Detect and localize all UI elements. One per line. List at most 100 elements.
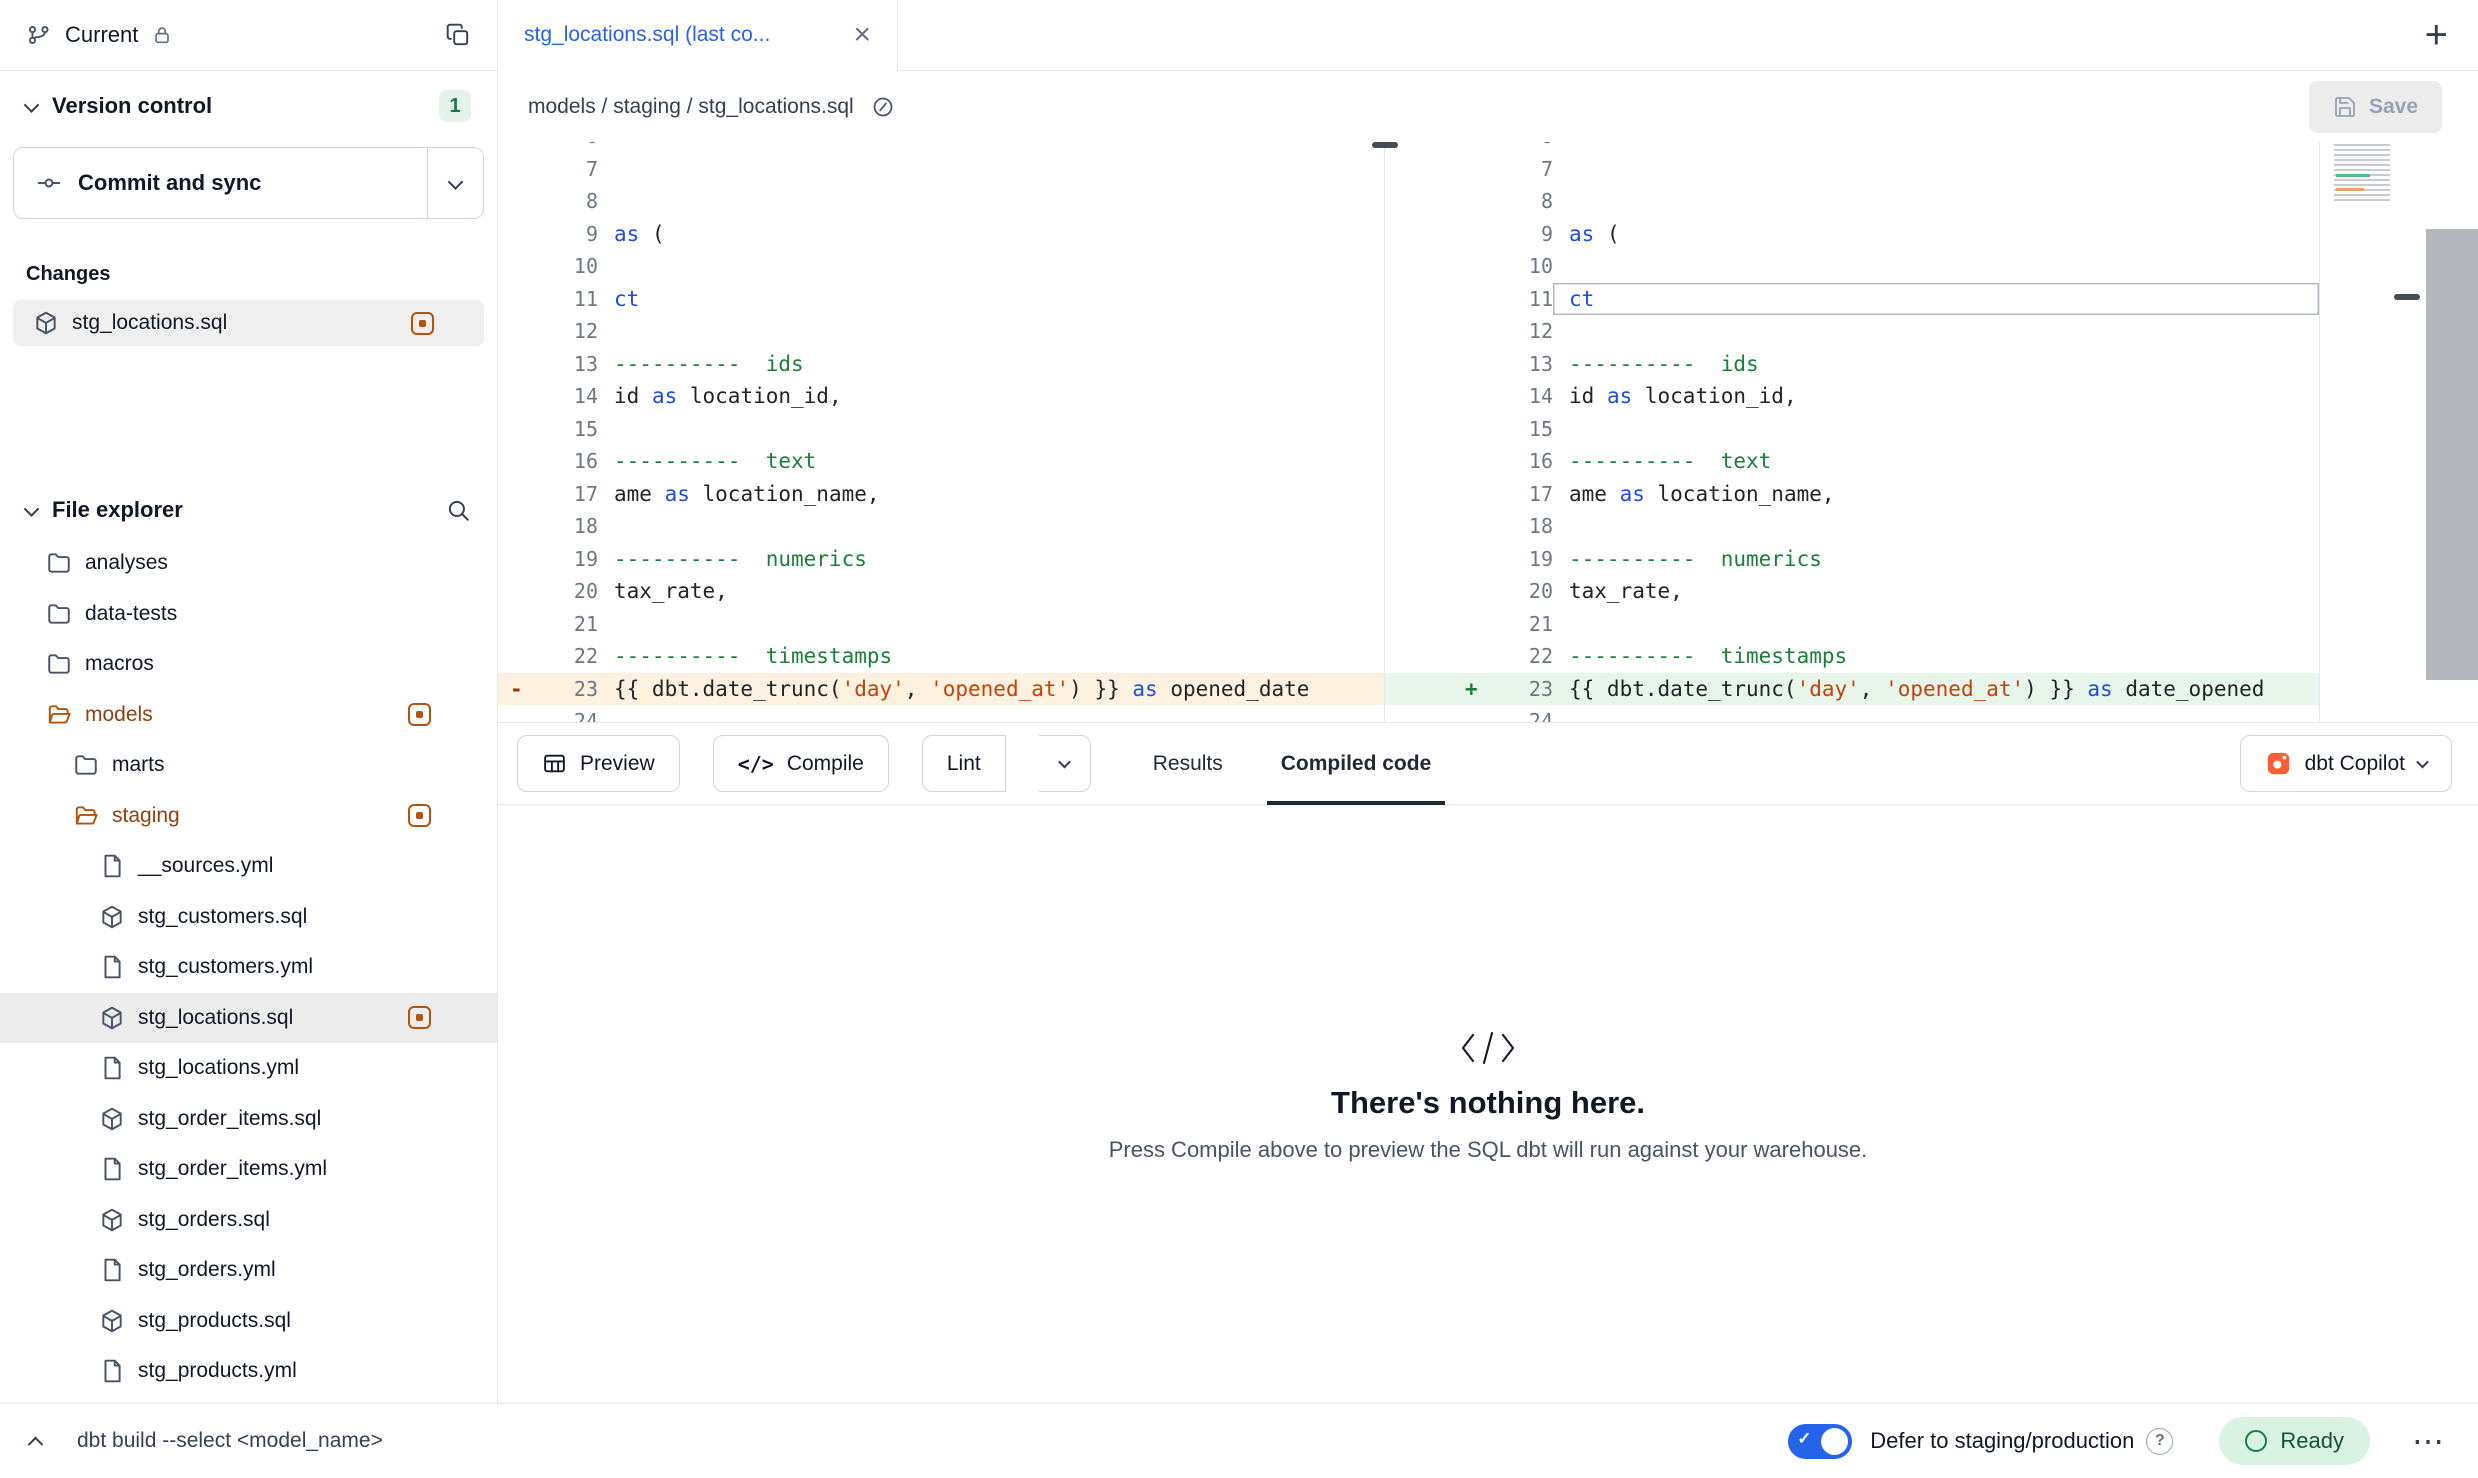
code-text[interactable]: ---------- text xyxy=(1553,445,2319,478)
more-options-button[interactable]: ⋯ xyxy=(2412,1435,2448,1448)
line-number[interactable]: 21 xyxy=(542,608,598,641)
line-number[interactable]: 14 xyxy=(542,380,598,413)
file-tree-item-macros[interactable]: macros xyxy=(0,639,497,690)
diff-pane-original[interactable]: 6789as (1011ct1213---------- ids14id as … xyxy=(498,142,1385,722)
line-number[interactable]: 20 xyxy=(542,575,598,608)
code-text[interactable] xyxy=(1553,250,2319,283)
tab-stg-locations[interactable]: stg_locations.sql (last co... × xyxy=(498,0,898,70)
search-icon[interactable] xyxy=(445,497,471,523)
line-number[interactable]: 17 xyxy=(1497,478,1553,511)
preview-button[interactable]: Preview xyxy=(517,735,680,792)
file-tree-item-stg_order_items.yml[interactable]: stg_order_items.yml xyxy=(0,1144,497,1195)
code-text[interactable]: ---------- timestamps xyxy=(598,640,1384,673)
line-number[interactable]: 18 xyxy=(542,510,598,543)
code-text[interactable] xyxy=(598,250,1384,283)
help-icon[interactable]: ? xyxy=(2146,1428,2173,1455)
scrollbar-thumb[interactable] xyxy=(1372,142,1398,148)
line-number[interactable]: 8 xyxy=(1497,185,1553,218)
code-text[interactable] xyxy=(1553,185,2319,218)
line-number[interactable]: 10 xyxy=(1497,250,1553,283)
code-text[interactable]: ame as location_name, xyxy=(1553,478,2319,511)
file-tree-item-stg_locations.sql[interactable]: stg_locations.sql xyxy=(0,993,497,1044)
code-text[interactable] xyxy=(598,413,1384,446)
line-number[interactable]: 12 xyxy=(542,315,598,348)
line-number[interactable]: 7 xyxy=(542,153,598,186)
code-text[interactable] xyxy=(598,608,1384,641)
line-number[interactable]: 6 xyxy=(542,142,598,153)
line-number[interactable]: 9 xyxy=(542,218,598,251)
code-text[interactable] xyxy=(598,510,1384,543)
vertical-scrollbar[interactable] xyxy=(2426,229,2478,680)
commit-options-button[interactable] xyxy=(427,148,483,218)
tab-compiled-code[interactable]: Compiled code xyxy=(1267,723,1446,804)
code-text[interactable]: id as location_id, xyxy=(1553,380,2319,413)
code-text[interactable]: ct xyxy=(598,283,1384,316)
line-number[interactable]: 24 xyxy=(1497,705,1553,722)
lint-button[interactable]: Lint xyxy=(922,735,1006,792)
commit-and-sync-button[interactable]: Commit and sync xyxy=(14,148,427,218)
code-text[interactable]: ame as location_name, xyxy=(598,478,1384,511)
line-number[interactable]: 16 xyxy=(1497,445,1553,478)
code-text[interactable]: ct xyxy=(1553,283,2319,316)
version-control-header[interactable]: Version control 1 xyxy=(0,71,497,141)
line-number[interactable]: 7 xyxy=(1497,153,1553,186)
code-text[interactable]: ---------- ids xyxy=(598,348,1384,381)
line-number[interactable]: 22 xyxy=(1497,640,1553,673)
file-tree-item-stg_order_items.sql[interactable]: stg_order_items.sql xyxy=(0,1094,497,1145)
code-text[interactable] xyxy=(1553,705,2319,722)
save-button[interactable]: Save xyxy=(2309,81,2442,133)
scrollbar-thumb[interactable] xyxy=(2394,294,2420,300)
file-tree-item-data-tests[interactable]: data-tests xyxy=(0,589,497,640)
file-tree-item-marts[interactable]: marts xyxy=(0,740,497,791)
diff-pane-modified[interactable]: 6789as (1011ct1213---------- ids14id as … xyxy=(1385,142,2320,722)
file-explorer-header[interactable]: File explorer xyxy=(0,482,497,538)
code-text[interactable]: id as location_id, xyxy=(598,380,1384,413)
line-number[interactable]: 9 xyxy=(1497,218,1553,251)
line-number[interactable]: 22 xyxy=(542,640,598,673)
tab-results[interactable]: Results xyxy=(1139,723,1237,804)
line-number[interactable]: 15 xyxy=(542,413,598,446)
code-text[interactable] xyxy=(598,142,1384,153)
file-tree-item-staging[interactable]: staging xyxy=(0,791,497,842)
code-text[interactable]: tax_rate, xyxy=(1553,575,2319,608)
file-tree-item-stg_locations.yml[interactable]: stg_locations.yml xyxy=(0,1043,497,1094)
line-number[interactable]: 20 xyxy=(1497,575,1553,608)
code-text[interactable] xyxy=(598,705,1384,722)
line-number[interactable]: 11 xyxy=(542,283,598,316)
line-number[interactable]: 17 xyxy=(542,478,598,511)
close-icon[interactable]: × xyxy=(853,20,871,50)
file-tree-item-stg_products.sql[interactable]: stg_products.sql xyxy=(0,1296,497,1347)
code-text[interactable]: {{ dbt.date_trunc('day', 'opened_at') }}… xyxy=(598,673,1384,706)
line-number[interactable]: 23 xyxy=(1497,673,1553,706)
code-text[interactable] xyxy=(598,315,1384,348)
line-number[interactable]: 18 xyxy=(1497,510,1553,543)
code-text[interactable] xyxy=(1553,510,2319,543)
code-text[interactable]: ---------- ids xyxy=(1553,348,2319,381)
changed-file-row[interactable]: stg_locations.sql xyxy=(13,300,484,346)
line-number[interactable]: 15 xyxy=(1497,413,1553,446)
code-text[interactable] xyxy=(1553,153,2319,186)
file-tree-item-stg_orders.sql[interactable]: stg_orders.sql xyxy=(0,1195,497,1246)
line-number[interactable]: 16 xyxy=(542,445,598,478)
code-text[interactable] xyxy=(1553,142,2319,153)
code-text[interactable]: as ( xyxy=(598,218,1384,251)
code-text[interactable] xyxy=(1553,608,2319,641)
line-number[interactable]: 19 xyxy=(542,543,598,576)
code-text[interactable]: {{ dbt.date_trunc('day', 'opened_at') }}… xyxy=(1553,673,2319,706)
line-number[interactable]: 13 xyxy=(542,348,598,381)
chevron-up-icon[interactable] xyxy=(28,1436,44,1452)
line-number[interactable]: 8 xyxy=(542,185,598,218)
code-text[interactable] xyxy=(1553,413,2319,446)
command-bar-text[interactable]: dbt build --select <model_name> xyxy=(77,1429,383,1453)
code-text[interactable]: ---------- numerics xyxy=(598,543,1384,576)
line-number[interactable]: 19 xyxy=(1497,543,1553,576)
line-number[interactable]: 11 xyxy=(1497,283,1553,316)
copy-icon[interactable] xyxy=(445,22,471,48)
file-tree-item-models[interactable]: models xyxy=(0,690,497,741)
file-tree-item-stg_customers.sql[interactable]: stg_customers.sql xyxy=(0,892,497,943)
copy-path-icon[interactable] xyxy=(871,95,895,119)
line-number[interactable]: 23 xyxy=(542,673,598,706)
line-number[interactable]: 6 xyxy=(1497,142,1553,153)
new-tab-button[interactable]: + xyxy=(2425,13,2448,58)
editor-minimap[interactable] xyxy=(2334,144,2390,202)
